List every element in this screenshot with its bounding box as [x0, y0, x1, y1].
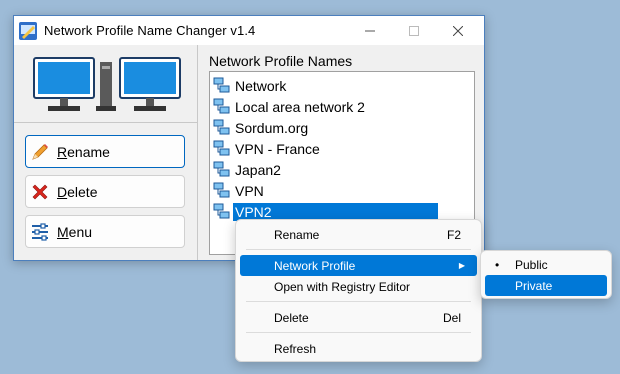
menu-item-rename[interactable]: Rename F2 — [240, 224, 477, 245]
list-item-label: Sordum.org — [235, 119, 309, 136]
list-item[interactable]: VPN — [213, 180, 264, 201]
list-item-label: Network — [235, 77, 287, 94]
delete-button-label: Delete — [57, 183, 98, 200]
menu-item-label: Open with Registry Editor — [274, 279, 411, 294]
menu-item-refresh[interactable]: Refresh — [240, 338, 477, 359]
rename-button-label: Rename — [57, 143, 110, 160]
network-icon — [213, 119, 230, 135]
network-icon — [213, 203, 230, 219]
menu-item-label: Refresh — [274, 341, 317, 356]
list-item-label: Local area network 2 — [235, 98, 365, 115]
menu-item-open-registry[interactable]: Open with Registry Editor — [240, 276, 477, 297]
network-icon — [213, 182, 230, 198]
minimize-icon — [365, 30, 375, 31]
menu-separator — [246, 301, 471, 302]
left-panel: Rename Delete Menu — [14, 45, 198, 260]
close-icon — [453, 25, 463, 36]
close-button[interactable] — [436, 16, 480, 45]
menu-separator — [246, 249, 471, 250]
network-icon — [213, 161, 230, 177]
delete-button[interactable]: Delete — [25, 175, 185, 208]
menu-separator — [246, 332, 471, 333]
list-item-label: VPN — [235, 182, 264, 199]
menu-button-label: Menu — [57, 223, 93, 240]
list-item-label: Japan2 — [235, 161, 281, 178]
context-menu: Rename F2 Network Profile ▶ Open with Re… — [235, 219, 482, 362]
submenu-arrow-icon: ▶ — [458, 261, 465, 270]
list-item-label: VPN - France — [235, 140, 320, 157]
red-x-icon — [32, 184, 48, 199]
rename-button[interactable]: Rename — [25, 135, 185, 168]
list-item[interactable]: Sordum.org — [213, 117, 308, 138]
list-label: Network Profile Names — [209, 53, 353, 69]
panel-divider — [14, 122, 197, 123]
menu-item-label: Delete — [274, 310, 309, 325]
submenu-item-label: Public — [515, 257, 548, 272]
network-icon — [213, 98, 230, 114]
network-profile-submenu: • Public Private — [480, 250, 612, 299]
menu-item-network-profile[interactable]: Network Profile ▶ — [240, 255, 477, 276]
network-icon — [213, 140, 230, 156]
menu-item-label: Network Profile — [274, 258, 356, 273]
pencil-icon — [32, 143, 48, 160]
menu-item-delete[interactable]: Delete Del — [240, 307, 477, 328]
menu-item-label: Rename — [274, 227, 320, 242]
list-item-label: VPN2 — [233, 202, 438, 221]
window-title: Network Profile Name Changer v1.4 — [44, 23, 256, 38]
maximize-button[interactable] — [392, 16, 436, 45]
network-computers-icon — [33, 57, 181, 111]
list-item[interactable]: Japan2 — [213, 159, 281, 180]
maximize-icon — [409, 25, 419, 36]
submenu-item-label: Private — [515, 278, 553, 293]
menu-item-shortcut: F2 — [446, 227, 461, 242]
list-item[interactable]: VPN - France — [213, 138, 320, 159]
minimize-button[interactable] — [348, 16, 392, 45]
app-icon — [19, 21, 37, 40]
sliders-icon — [32, 222, 48, 241]
menu-item-shortcut: Del — [442, 310, 461, 325]
title-bar[interactable]: Network Profile Name Changer v1.4 — [14, 16, 484, 45]
network-icon — [213, 77, 230, 93]
submenu-item-private[interactable]: Private — [485, 275, 607, 296]
menu-button[interactable]: Menu — [25, 215, 185, 248]
list-item[interactable]: Network — [213, 75, 286, 96]
checked-bullet-icon: • — [495, 257, 500, 272]
list-item[interactable]: Local area network 2 — [213, 96, 365, 117]
submenu-item-public[interactable]: • Public — [485, 254, 607, 275]
